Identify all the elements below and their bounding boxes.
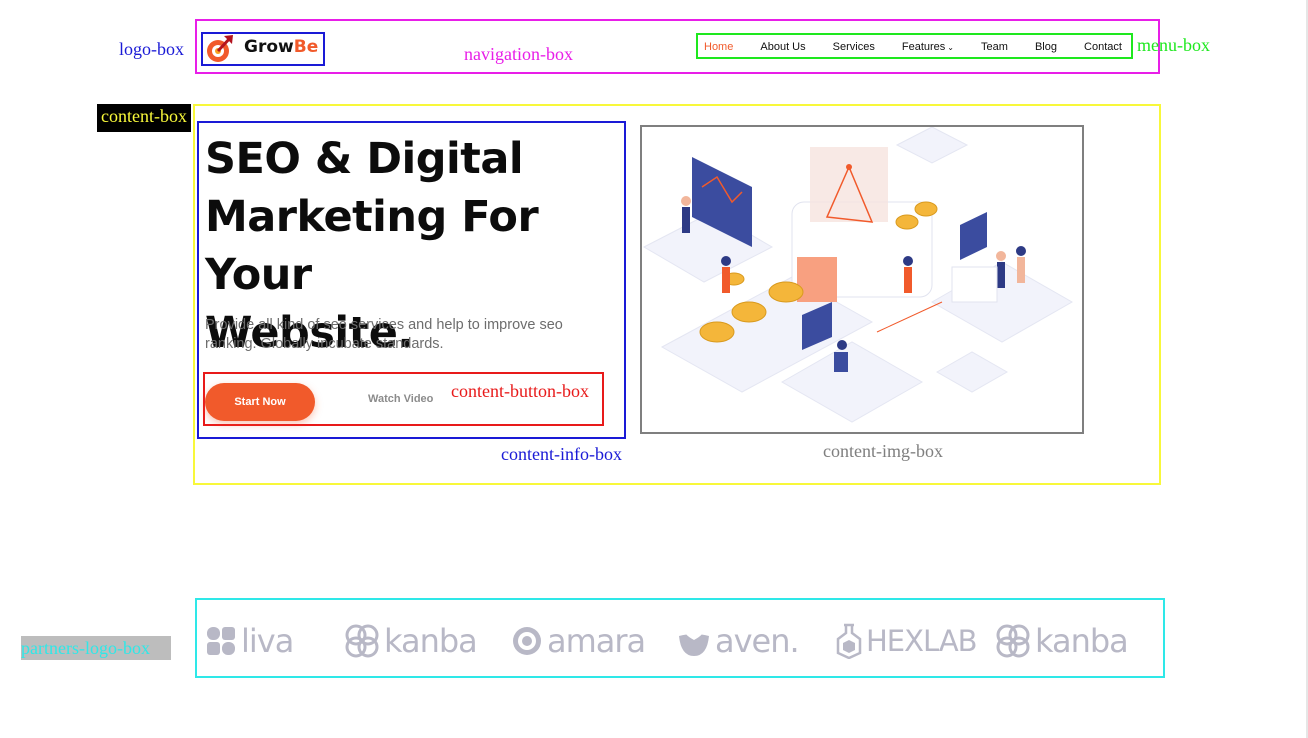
partner-name-hexlab: HEXLAB: [866, 624, 978, 658]
partner-name-liva: liva: [241, 622, 294, 660]
content-info-box-label: content-info-box: [501, 444, 622, 464]
partner-name-aven: aven.: [715, 622, 800, 660]
partner-logo-liva[interactable]: liva: [205, 620, 294, 662]
menu-item-features-label: Features: [901, 41, 946, 53]
start-now-button[interactable]: Start Now: [205, 383, 315, 421]
heart-cup-icon: [679, 628, 709, 656]
partner-logo-kanba[interactable]: kanba: [344, 620, 478, 662]
interlocked-rings-icon: [996, 624, 1030, 658]
partner-logo-aven[interactable]: aven.: [677, 620, 800, 662]
seo-isometric-illustration: [642, 127, 1074, 423]
menu-item-features[interactable]: Features ⌄: [902, 41, 954, 53]
four-petal-icon: [207, 627, 235, 655]
brand-name-accent: Be: [293, 37, 319, 57]
menu-item-contact[interactable]: Contact: [1084, 41, 1122, 53]
partners-logo-box-label: partners-logo-box: [21, 636, 171, 660]
content-button-box-label: content-button-box: [451, 381, 589, 401]
chevron-down-icon: ⌄: [947, 43, 954, 52]
partner-logo-amara[interactable]: amara: [511, 620, 646, 662]
menu-item-team[interactable]: Team: [981, 41, 1008, 53]
partner-logo-kanba-2[interactable]: kanba: [995, 620, 1129, 662]
partner-logo-hexlab[interactable]: HEXLAB: [836, 620, 978, 662]
content-img-box-label: content-img-box: [823, 441, 943, 461]
main-menu: Home About Us Services Features ⌄ Team Bl…: [700, 36, 1128, 58]
partner-name-kanba: kanba: [384, 622, 478, 660]
interlocked-rings-icon: [345, 624, 379, 658]
flask-hexagon-icon: [836, 623, 862, 659]
menu-item-home[interactable]: Home: [704, 41, 733, 53]
at-sign-icon: [513, 627, 541, 655]
brand-name-main: Grow: [244, 37, 294, 57]
content-img-box: [640, 125, 1084, 434]
menu-box-label: menu-box: [1137, 35, 1210, 55]
watch-video-button[interactable]: Watch Video: [368, 393, 433, 405]
partner-name-kanba-2: kanba: [1035, 622, 1129, 660]
hero-title-line-2: Marketing For Your: [205, 192, 539, 300]
navigation-box-label: navigation-box: [464, 44, 573, 64]
brand-logo[interactable]: GrowBe: [244, 37, 318, 57]
menu-item-about-us[interactable]: About Us: [760, 41, 805, 53]
content-box-label: content-box: [97, 104, 191, 132]
menu-item-services[interactable]: Services: [833, 41, 875, 53]
rocket-arrow-icon: [207, 35, 233, 62]
hero-title-line-1: SEO & Digital: [205, 134, 524, 184]
partner-name-amara: amara: [547, 622, 646, 660]
menu-item-blog[interactable]: Blog: [1035, 41, 1057, 53]
logo-box-label: logo-box: [119, 39, 184, 59]
hero-description: Provide all kind of seo services and hel…: [205, 317, 563, 352]
